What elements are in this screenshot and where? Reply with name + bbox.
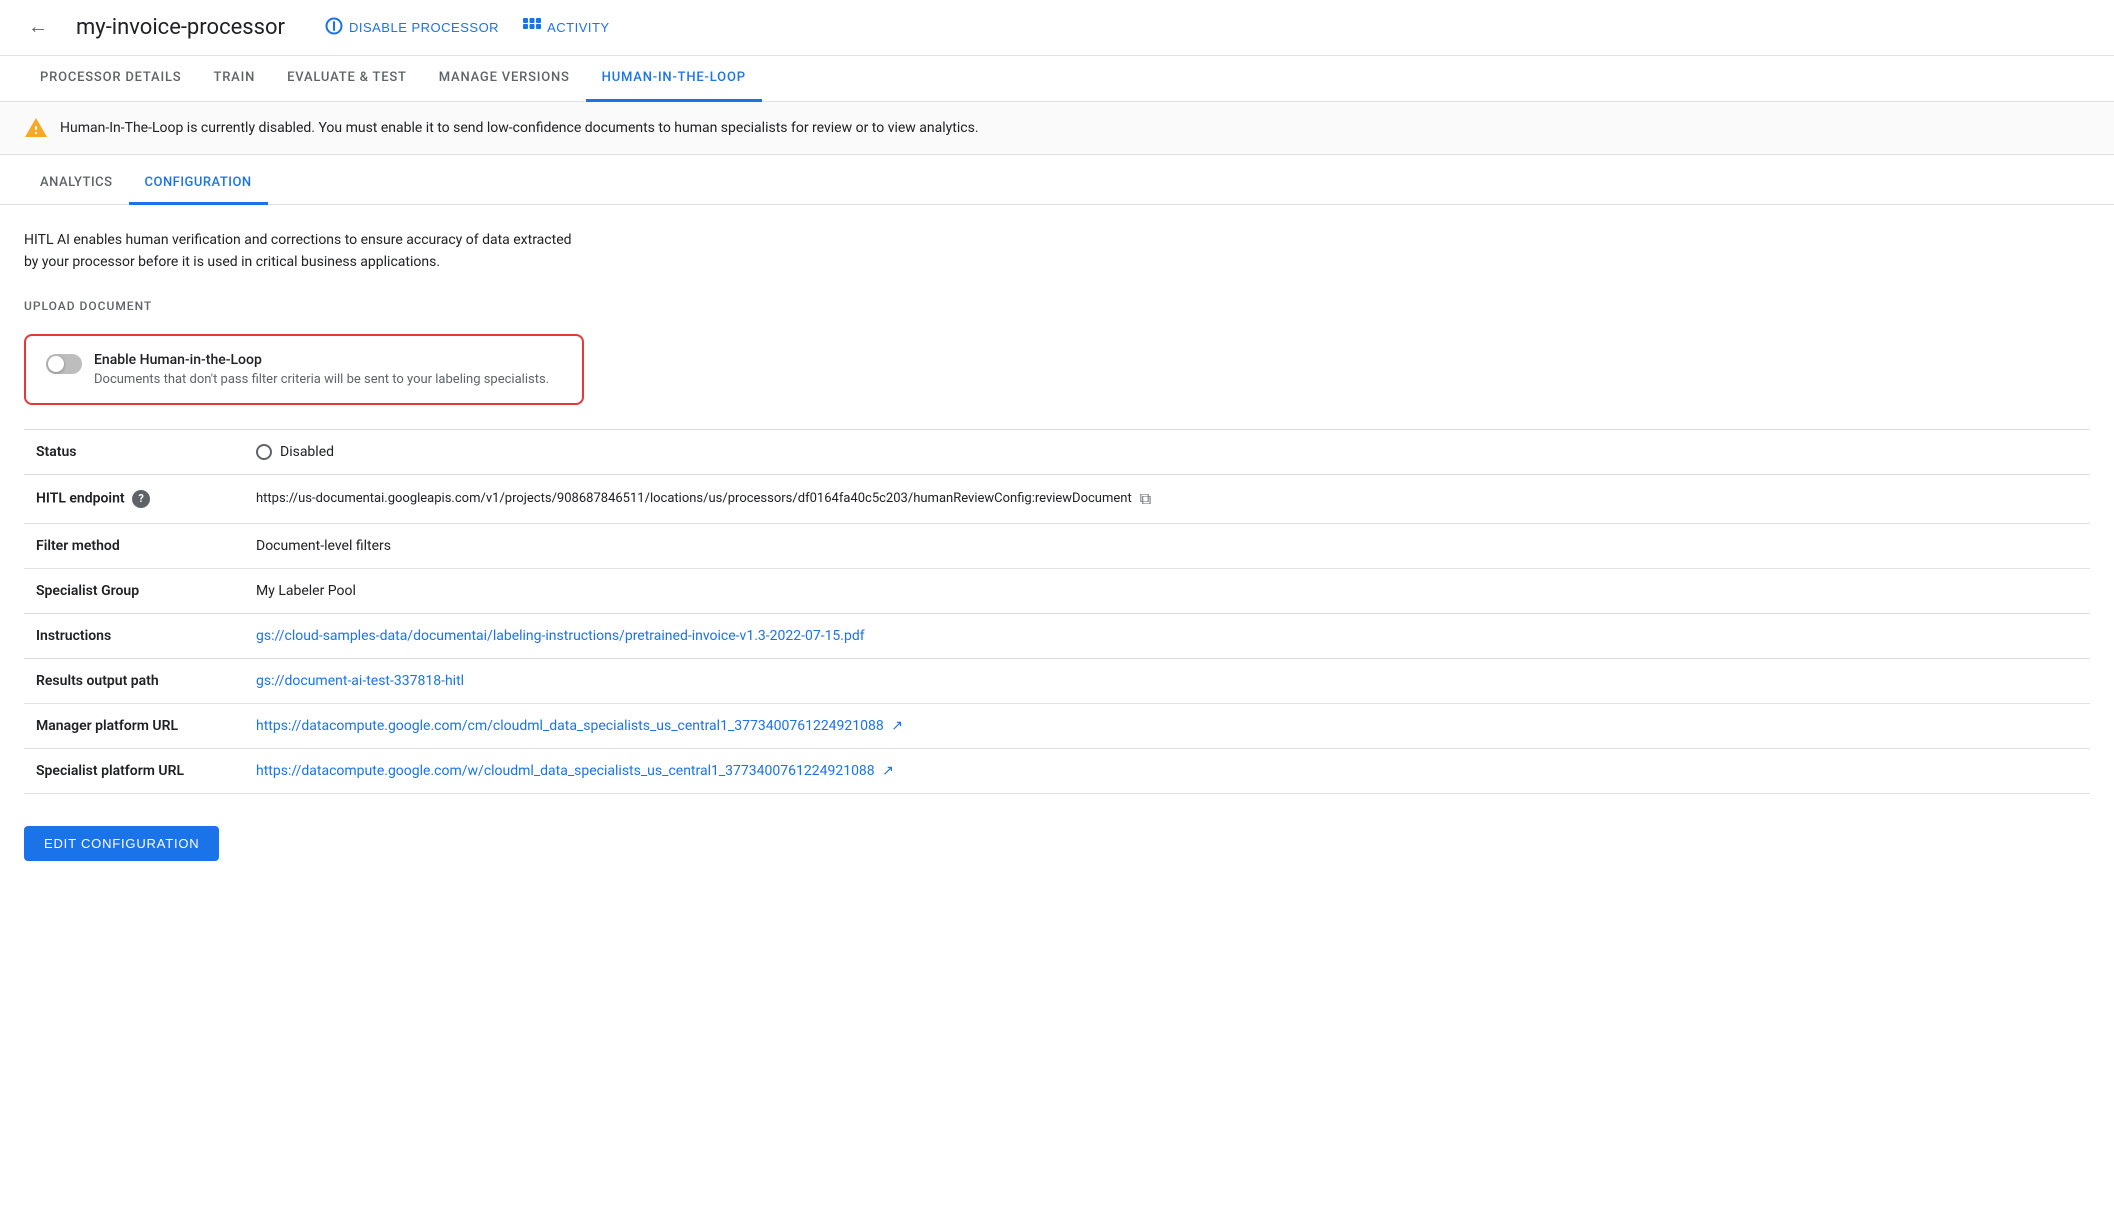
external-link-icon: ↗ [882, 763, 894, 779]
upload-section: UPLOAD DOCUMENT [24, 298, 2090, 314]
toggle-slider [46, 354, 82, 374]
table-value: Disabled [244, 429, 2090, 474]
instructions-link[interactable]: gs://cloud-samples-data/documentai/label… [256, 628, 865, 644]
table-row: HITL endpoint ? https://us-documentai.go… [24, 474, 2090, 523]
activity-label: ACTIVITY [547, 20, 610, 35]
status-text: Disabled [280, 444, 334, 460]
activity-icon [523, 18, 541, 37]
table-key: Specialist platform URL [24, 748, 244, 793]
disable-icon [325, 17, 343, 38]
table-key: Manager platform URL [24, 703, 244, 748]
table-value: Document-level filters [244, 523, 2090, 568]
table-key: Results output path [24, 658, 244, 703]
sub-tab-configuration[interactable]: CONFIGURATION [129, 163, 268, 205]
disable-processor-button[interactable]: DISABLE PROCESSOR [325, 17, 499, 38]
tab-processor-details[interactable]: PROCESSOR DETAILS [24, 56, 197, 102]
description-line2: by your processor before it is used in c… [24, 254, 440, 270]
upload-label: UPLOAD DOCUMENT [24, 299, 152, 313]
edit-configuration-button[interactable]: EDIT CONFIGURATION [24, 826, 219, 861]
nav-tabs: PROCESSOR DETAILS TRAIN EVALUATE & TEST … [0, 56, 2114, 102]
disable-processor-label: DISABLE PROCESSOR [349, 20, 499, 35]
help-icon[interactable]: ? [132, 490, 150, 508]
table-row: Manager platform URL https://datacompute… [24, 703, 2090, 748]
endpoint-text: https://us-documentai.googleapis.com/v1/… [256, 491, 1132, 506]
table-row: Specialist platform URL https://datacomp… [24, 748, 2090, 793]
header-actions: DISABLE PROCESSOR ACTIVITY [325, 17, 610, 38]
table-value: gs://document-ai-test-337818-hitl [244, 658, 2090, 703]
table-row: Specialist Group My Labeler Pool [24, 568, 2090, 613]
specialist-platform-link[interactable]: https://datacompute.google.com/w/cloudml… [256, 763, 894, 779]
main-content: HITL AI enables human verification and c… [0, 205, 2114, 885]
tab-evaluate-test[interactable]: EVALUATE & TEST [271, 56, 423, 102]
status-dot [256, 444, 272, 460]
results-output-link[interactable]: gs://document-ai-test-337818-hitl [256, 673, 464, 689]
table-row: Status Disabled [24, 429, 2090, 474]
warning-icon [24, 116, 48, 140]
external-link-icon: ↗ [891, 718, 903, 734]
table-key: Status [24, 429, 244, 474]
table-row: Instructions gs://cloud-samples-data/doc… [24, 613, 2090, 658]
page-title: my-invoice-processor [76, 15, 285, 40]
toggle-subtitle: Documents that don't pass filter criteri… [94, 372, 549, 387]
top-header: ← my-invoice-processor DISABLE PROCESSOR [0, 0, 2114, 56]
table-value: My Labeler Pool [244, 568, 2090, 613]
enable-hitl-toggle[interactable] [46, 354, 82, 374]
copy-icon[interactable]: ⧉ [1140, 489, 1151, 509]
activity-button[interactable]: ACTIVITY [523, 18, 610, 37]
toggle-text: Enable Human-in-the-Loop Documents that … [94, 352, 549, 387]
table-value: gs://cloud-samples-data/documentai/label… [244, 613, 2090, 658]
description-line1: HITL AI enables human verification and c… [24, 232, 572, 248]
tab-human-in-the-loop[interactable]: HUMAN-IN-THE-LOOP [586, 56, 762, 102]
description: HITL AI enables human verification and c… [24, 229, 2090, 274]
table-value: https://us-documentai.googleapis.com/v1/… [244, 474, 2090, 523]
table-key: Instructions [24, 613, 244, 658]
back-icon: ← [28, 16, 48, 39]
tab-manage-versions[interactable]: MANAGE VERSIONS [423, 56, 586, 102]
toggle-title: Enable Human-in-the-Loop [94, 352, 549, 368]
warning-banner: Human-In-The-Loop is currently disabled.… [0, 102, 2114, 155]
tab-train[interactable]: TRAIN [197, 56, 271, 102]
warning-text: Human-In-The-Loop is currently disabled.… [60, 120, 979, 136]
sub-tabs: ANALYTICS CONFIGURATION [0, 163, 2114, 205]
table-value: https://datacompute.google.com/w/cloudml… [244, 748, 2090, 793]
sub-tab-analytics[interactable]: ANALYTICS [24, 163, 129, 205]
toggle-card: Enable Human-in-the-Loop Documents that … [24, 334, 584, 405]
table-row: Results output path gs://document-ai-tes… [24, 658, 2090, 703]
table-key: HITL endpoint ? [24, 474, 244, 523]
info-table: Status Disabled HITL endpoint ? https://… [24, 429, 2090, 794]
table-row: Filter method Document-level filters [24, 523, 2090, 568]
manager-platform-link[interactable]: https://datacompute.google.com/cm/cloudm… [256, 718, 903, 734]
back-button[interactable]: ← [24, 12, 52, 43]
table-key: Specialist Group [24, 568, 244, 613]
table-value: https://datacompute.google.com/cm/cloudm… [244, 703, 2090, 748]
table-key: Filter method [24, 523, 244, 568]
